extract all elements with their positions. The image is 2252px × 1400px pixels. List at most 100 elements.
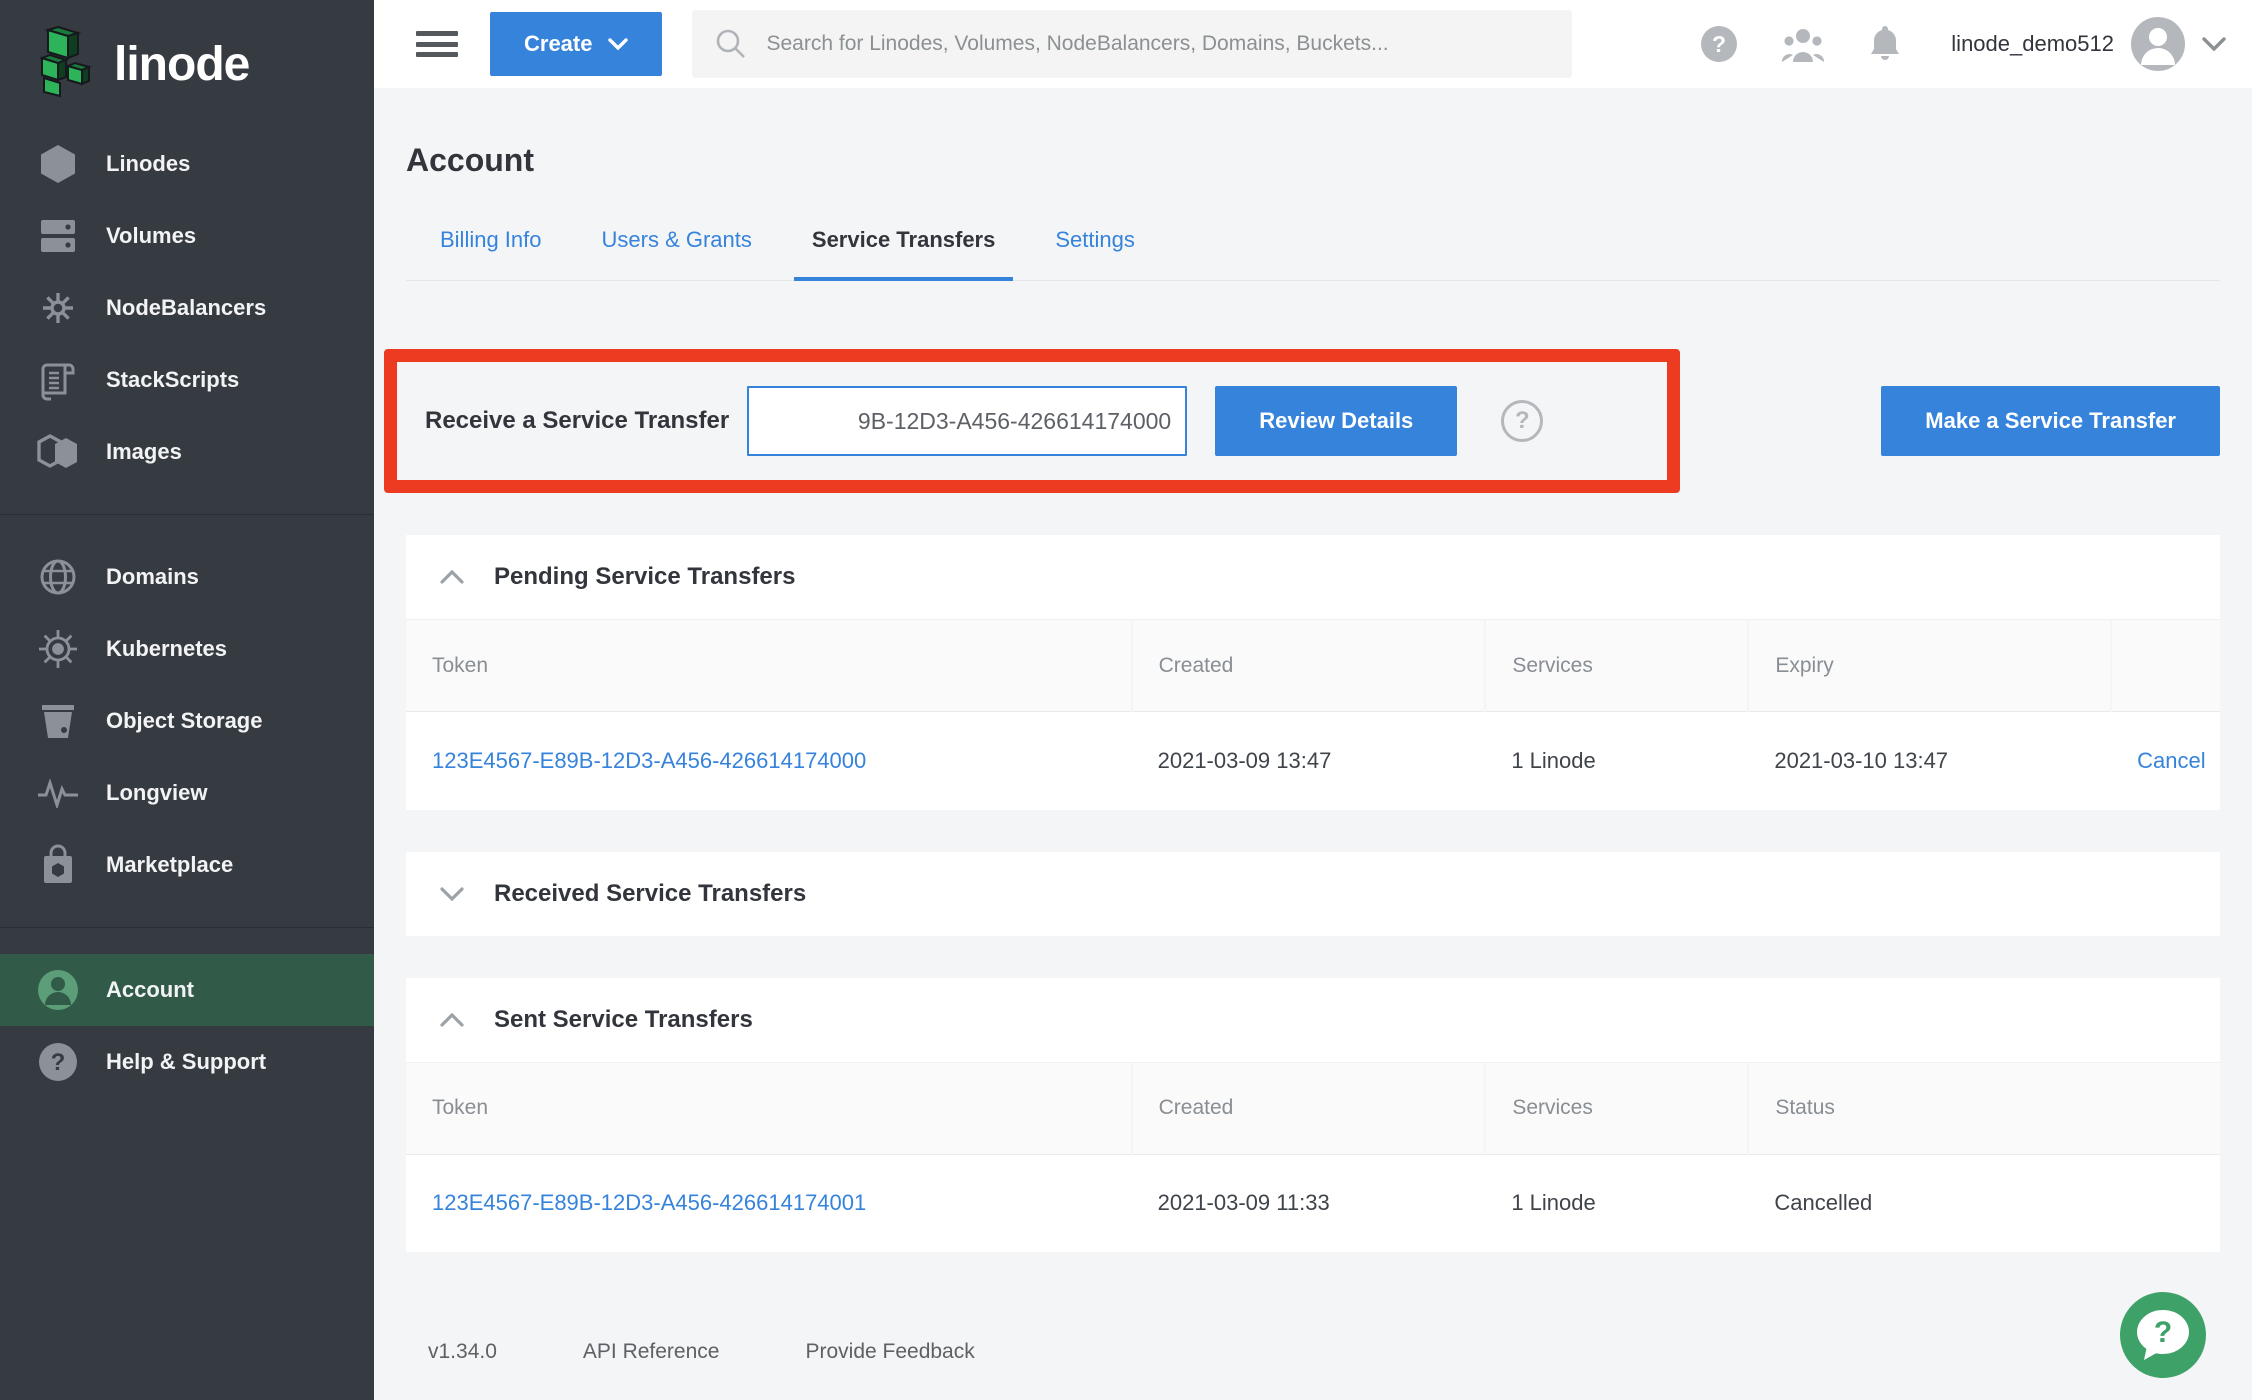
- user-menu[interactable]: linode_demo512: [1945, 16, 2226, 72]
- marketplace-bag-icon: [36, 843, 80, 887]
- images-icon: [36, 430, 80, 474]
- version-label: v1.34.0: [428, 1340, 497, 1364]
- sidebar-item-account[interactable]: Account: [0, 954, 374, 1026]
- question-circle-icon: ?: [1699, 24, 1739, 64]
- sent-transfers-header[interactable]: Sent Service Transfers: [406, 978, 2220, 1062]
- sidebar-nav: Linodes Volumes NodeBalancers: [0, 128, 374, 1098]
- sent-transfers-table: Token Created Services Status 123E4567-E…: [406, 1062, 2220, 1253]
- support-chat-button[interactable]: ?: [2120, 1292, 2206, 1378]
- column-header-services: Services: [1485, 620, 1748, 712]
- chevron-down-icon: [608, 38, 628, 50]
- help-question-icon: ?: [36, 1040, 80, 1084]
- received-transfers-card: Received Service Transfers: [406, 852, 2220, 936]
- chevron-down-icon: [440, 887, 464, 901]
- longview-pulse-icon: [36, 771, 80, 815]
- receive-transfer-row: Receive a Service Transfer 9B-12D3-A456-…: [406, 349, 2220, 493]
- table-header-row: Token Created Services Expiry: [406, 620, 2220, 712]
- sent-token-link[interactable]: 123E4567-E89B-12D3-A456-426614174001: [432, 1190, 866, 1215]
- linode-cubes-icon: [34, 26, 96, 103]
- sidebar-item-volumes[interactable]: Volumes: [0, 200, 374, 272]
- cancel-transfer-link[interactable]: Cancel: [2137, 748, 2205, 773]
- page-title: Account: [406, 142, 2220, 179]
- svg-text:?: ?: [2154, 1316, 2172, 1349]
- api-reference-link[interactable]: API Reference: [583, 1340, 720, 1364]
- sent-transfers-card: Sent Service Transfers Token Created Ser…: [406, 978, 2220, 1253]
- column-header-actions: [2111, 620, 2220, 712]
- sent-created-cell: 2021-03-09 11:33: [1132, 1154, 1486, 1252]
- sidebar-item-object-storage[interactable]: Object Storage: [0, 685, 374, 757]
- tab-billing-info[interactable]: Billing Info: [422, 227, 560, 281]
- tab-users-grants[interactable]: Users & Grants: [584, 227, 770, 281]
- sidebar-item-linodes[interactable]: Linodes: [0, 128, 374, 200]
- object-storage-bucket-icon: [36, 699, 80, 743]
- pending-transfers-header[interactable]: Pending Service Transfers: [406, 535, 2220, 619]
- column-header-services: Services: [1485, 1062, 1748, 1154]
- provide-feedback-link[interactable]: Provide Feedback: [805, 1340, 974, 1364]
- sidebar-item-images[interactable]: Images: [0, 416, 374, 488]
- tab-service-transfers[interactable]: Service Transfers: [794, 227, 1013, 281]
- tab-settings[interactable]: Settings: [1037, 227, 1153, 281]
- sent-status-cell: Cancelled: [1748, 1154, 2220, 1252]
- sidebar-item-marketplace[interactable]: Marketplace: [0, 829, 374, 901]
- sidebar-item-longview[interactable]: Longview: [0, 757, 374, 829]
- chevron-down-icon: [2202, 37, 2226, 51]
- receive-token-input[interactable]: 9B-12D3-A456-426614174000: [747, 386, 1187, 456]
- tab-bar: Billing Info Users & Grants Service Tran…: [422, 227, 2220, 281]
- review-details-button[interactable]: Review Details: [1215, 386, 1457, 456]
- sidebar-item-kubernetes[interactable]: Kubernetes: [0, 613, 374, 685]
- table-row: 123E4567-E89B-12D3-A456-426614174000 202…: [406, 712, 2220, 810]
- pending-transfers-card: Pending Service Transfers Token Created …: [406, 535, 2220, 810]
- top-right-controls: ? linode_demo512: [1699, 16, 2226, 72]
- column-header-token: Token: [406, 620, 1132, 712]
- create-button[interactable]: Create: [490, 12, 662, 76]
- nodebalancers-icon: [36, 286, 80, 330]
- receive-transfer-label: Receive a Service Transfer: [425, 407, 729, 435]
- make-service-transfer-button[interactable]: Make a Service Transfer: [1881, 386, 2220, 456]
- search-icon: [714, 27, 748, 61]
- search-input[interactable]: [766, 32, 1550, 56]
- column-header-created: Created: [1132, 620, 1486, 712]
- footer: v1.34.0 API Reference Provide Feedback: [428, 1340, 2220, 1364]
- sidebar-item-domains[interactable]: Domains: [0, 541, 374, 613]
- community-button[interactable]: [1781, 24, 1825, 64]
- received-transfers-header[interactable]: Received Service Transfers: [406, 852, 2220, 936]
- top-bar: Create ?: [374, 0, 2252, 88]
- red-annotation-box: Receive a Service Transfer 9B-12D3-A456-…: [384, 349, 1680, 493]
- help-menu-button[interactable]: ?: [1699, 24, 1739, 64]
- sidebar-item-help-support[interactable]: ? Help & Support: [0, 1026, 374, 1098]
- table-header-row: Token Created Services Status: [406, 1062, 2220, 1154]
- svg-text:?: ?: [51, 1049, 66, 1076]
- volumes-icon: [36, 214, 80, 258]
- pending-token-link[interactable]: 123E4567-E89B-12D3-A456-426614174000: [432, 748, 866, 773]
- svg-text:?: ?: [1712, 31, 1726, 57]
- stackscripts-scroll-icon: [36, 358, 80, 402]
- linode-logo[interactable]: linode: [0, 0, 374, 128]
- notifications-button[interactable]: [1867, 23, 1903, 65]
- content: Account Billing Info Users & Grants Serv…: [374, 88, 2252, 1400]
- sidebar-item-stackscripts[interactable]: StackScripts: [0, 344, 374, 416]
- account-avatar-icon: [36, 968, 80, 1012]
- table-row: 123E4567-E89B-12D3-A456-426614174001 202…: [406, 1154, 2220, 1252]
- pending-created-cell: 2021-03-09 13:47: [1132, 712, 1486, 810]
- column-header-expiry: Expiry: [1748, 620, 2111, 712]
- chevron-up-icon: [440, 570, 464, 584]
- pending-services-cell: 1 Linode: [1485, 712, 1748, 810]
- linode-logo-text: linode: [114, 37, 249, 92]
- chevron-up-icon: [440, 1013, 464, 1027]
- pending-expiry-cell: 2021-03-10 13:47: [1748, 712, 2111, 810]
- receive-help-icon[interactable]: ?: [1501, 400, 1543, 442]
- column-header-token: Token: [406, 1062, 1132, 1154]
- hamburger-menu-icon[interactable]: [414, 27, 460, 61]
- chat-question-icon: ?: [2134, 1308, 2192, 1362]
- username: linode_demo512: [1951, 31, 2114, 57]
- column-header-created: Created: [1132, 1062, 1486, 1154]
- sidebar-item-nodebalancers[interactable]: NodeBalancers: [0, 272, 374, 344]
- kubernetes-wheel-icon: [36, 627, 80, 671]
- avatar-icon: [2130, 16, 2186, 72]
- sidebar-divider: [0, 927, 374, 928]
- global-search: [692, 10, 1572, 78]
- linode-hexagon-icon: [36, 142, 80, 186]
- domains-globe-icon: [36, 555, 80, 599]
- main-area: Create ?: [374, 0, 2252, 1400]
- bell-icon: [1867, 23, 1903, 65]
